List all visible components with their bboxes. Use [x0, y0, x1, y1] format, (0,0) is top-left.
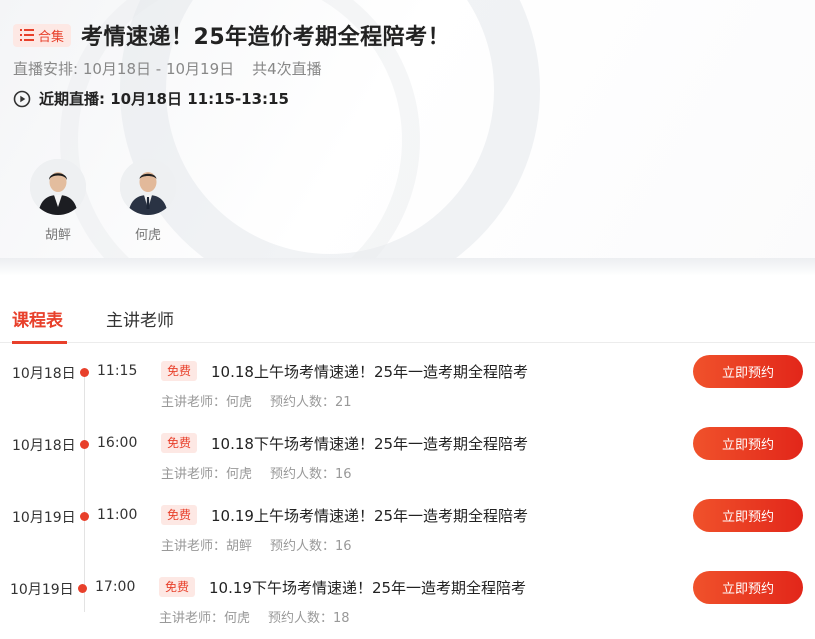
- free-badge: 免费: [161, 361, 198, 381]
- schedule-info: 直播安排: 10月18日 - 10月19日 共4次直播: [13, 58, 322, 79]
- reserve-button[interactable]: 立即预约: [693, 355, 803, 388]
- session-reservations: 预约人数：18: [268, 611, 350, 626]
- schedule-range: 直播安排: 10月18日 - 10月19日: [13, 60, 235, 78]
- recent-live: 近期直播: 10月18日 11:15-13:15: [13, 88, 289, 109]
- session-teacher: 主讲老师：何虎: [159, 611, 251, 626]
- teacher-card[interactable]: 胡鲆: [28, 159, 88, 243]
- teacher-name: 胡鲆: [44, 228, 71, 243]
- session-row: 10月19日 11:00 免费 10.19上午场考情速递！25年一造考期全程陪考…: [0, 499, 815, 567]
- session-title[interactable]: 10.19下午场考情速递！25年一造考期全程陪考: [209, 577, 526, 598]
- badge-label: 合集: [38, 29, 65, 45]
- session-meta: 主讲老师：何虎 预约人数：21: [161, 391, 352, 410]
- free-badge: 免费: [161, 505, 198, 525]
- timeline-dot: [80, 512, 89, 521]
- session-teacher: 主讲老师：何虎: [161, 467, 253, 482]
- session-time: 17:00: [95, 579, 136, 595]
- session-meta: 主讲老师：何虎 预约人数：16: [161, 463, 352, 482]
- session-meta: 主讲老师：胡鲆 预约人数：16: [161, 535, 352, 554]
- session-row: 10月19日 17:00 免费 10.19下午场考情速递！25年一造考期全程陪考…: [0, 571, 815, 639]
- session-date: 10月18日: [12, 366, 76, 382]
- session-time: 16:00: [97, 435, 138, 451]
- session-meta: 主讲老师：何虎 预约人数：18: [159, 607, 350, 626]
- session-time: 11:00: [97, 507, 138, 523]
- session-time: 11:15: [97, 363, 138, 379]
- free-badge: 免费: [159, 577, 196, 597]
- session-date: 10月18日: [12, 438, 76, 454]
- session-teacher: 主讲老师：何虎: [161, 395, 253, 410]
- collection-badge: 合集: [13, 23, 72, 47]
- timeline-dot: [78, 584, 87, 593]
- session-reservations: 预约人数：16: [270, 539, 352, 554]
- reserve-button[interactable]: 立即预约: [693, 499, 803, 532]
- session-teacher: 主讲老师：胡鲆: [161, 539, 253, 554]
- teacher-card[interactable]: 何虎: [118, 159, 178, 243]
- avatar: [30, 159, 86, 215]
- timeline-dot: [80, 368, 89, 377]
- session-row: 10月18日 11:15 免费 10.18上午场考情速递！25年一造考期全程陪考…: [0, 355, 815, 423]
- list-icon: [20, 29, 34, 41]
- session-row: 10月18日 16:00 免费 10.18下午场考情速递！25年一造考期全程陪考…: [0, 427, 815, 495]
- teacher-name: 何虎: [134, 228, 161, 243]
- reserve-button[interactable]: 立即预约: [693, 427, 803, 460]
- reserve-button[interactable]: 立即预约: [693, 571, 803, 604]
- tab-teachers[interactable]: 主讲老师: [106, 306, 174, 331]
- free-badge: 免费: [161, 433, 198, 453]
- page-title: 考情速递！25年造价考期全程陪考！: [81, 25, 451, 50]
- active-tab-indicator: [12, 341, 67, 344]
- session-date: 10月19日: [10, 582, 74, 598]
- header-shadow: [0, 258, 815, 276]
- play-circle-icon: [13, 90, 31, 107]
- tab-schedule[interactable]: 课程表: [12, 306, 63, 331]
- schedule-count: 共4次直播: [252, 60, 322, 78]
- session-title[interactable]: 10.18上午场考情速递！25年一造考期全程陪考: [211, 361, 528, 382]
- session-title[interactable]: 10.19上午场考情速递！25年一造考期全程陪考: [211, 505, 528, 526]
- session-date: 10月19日: [12, 510, 76, 526]
- session-title[interactable]: 10.18下午场考情速递！25年一造考期全程陪考: [211, 433, 528, 454]
- title-row: 合集 考情速递！25年造价考期全程陪考！: [13, 19, 450, 51]
- avatar: [120, 159, 176, 215]
- session-reservations: 预约人数：16: [270, 467, 352, 482]
- tab-bar: 课程表 主讲老师: [0, 290, 815, 344]
- recent-live-label: 近期直播: 10月18日 11:15-13:15: [39, 90, 289, 108]
- session-reservations: 预约人数：21: [270, 395, 352, 410]
- timeline-dot: [80, 440, 89, 449]
